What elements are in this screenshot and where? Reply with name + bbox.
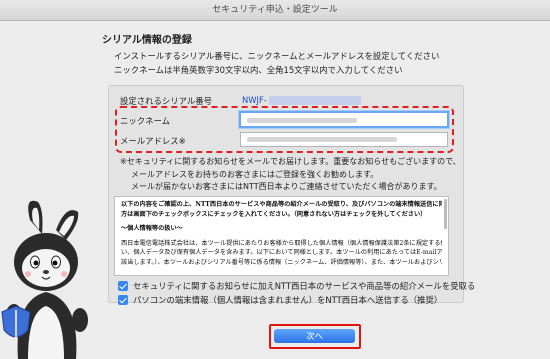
email-field[interactable] <box>240 132 448 147</box>
terms-body: 該当します。）、本ツールおよびシリアル番号等に係る情報（ニックネーム、評価情報等… <box>121 258 442 266</box>
check-row-device[interactable]: パソコンの端末情報（個人情報は含まれません）をNTT西日本へ送信する（推奨） <box>118 294 442 306</box>
check-row-mail[interactable]: セキュリティに関するお知らせに加えNTT西日本のサービスや商品等の紹介メールを受… <box>118 280 475 292</box>
mail-checkbox-label: セキュリティに関するお知らせに加えNTT西日本のサービスや商品等の紹介メールを受… <box>133 281 476 291</box>
serial-value: NWJF- <box>242 95 361 105</box>
rabbit-mascot-illustration <box>1 200 88 359</box>
intro-text: インストールするシリアル番号に、ニックネームとメールアドレスを設定してください … <box>114 49 439 77</box>
window-title: セキュリティ申込・設定ツール <box>0 0 550 21</box>
email-label: メールアドレス※ <box>120 136 186 146</box>
note-line: メールが届かないお客さまにはNTT西日本よりご連絡させていただく場合があります。 <box>131 182 442 191</box>
section-title: シリアル情報の登録 <box>102 35 192 46</box>
next-button[interactable]: 次へ <box>274 329 355 343</box>
notes: ※セキュリティに関するお知らせをメールでお届けします。重要なお知らせもございます… <box>120 156 461 194</box>
terms-box[interactable]: 以下の内容をご確認の上、NTT西日本のサービスや商品等の紹介メールの受取り、及び… <box>114 196 449 276</box>
next-highlight: 次へ <box>269 324 361 349</box>
serial-masked <box>268 96 361 105</box>
terms-lead: 方は画面下のチェックボックスにチェックを入れてください。（同意されない方はチェッ… <box>121 210 427 218</box>
terms-body: 西日本電信電話株式会社は、本ツール提供にあたりお客様から取得した個人情報（個人情… <box>121 239 442 247</box>
nickname-label: ニックネーム <box>120 116 170 126</box>
device-info-checkbox-label: パソコンの端末情報（個人情報は含まれません）をNTT西日本へ送信する（推奨） <box>133 295 443 305</box>
mail-checkbox[interactable] <box>118 281 128 291</box>
terms-body: い、個人データ及び保有個人データを含みます。以下において同様とします。本ツールの… <box>121 249 442 256</box>
nickname-field[interactable] <box>239 111 449 128</box>
note-line: メールアドレスをお持ちのお客さまにはご登録を強くお勧めします。 <box>131 169 379 179</box>
note-line: ※セキュリティに関するお知らせをメールでお届けします。重要なお知らせもございます… <box>120 157 461 166</box>
serial-prefix: NWJF- <box>242 95 267 105</box>
device-info-checkbox[interactable] <box>118 295 128 305</box>
intro-line: ニックネームは半角英数字30文字以内、全角15文字以内で入力してください <box>114 65 403 75</box>
intro-line: インストールするシリアル番号に、ニックネームとメールアドレスを設定してください <box>114 51 440 61</box>
terms-heading: 〜個人情報等の扱い〜 <box>121 225 183 232</box>
terms-lead: 以下の内容をご確認の上、NTT西日本のサービスや商品等の紹介メールの受取り、及び… <box>121 201 442 208</box>
terms-scrollbar[interactable] <box>444 199 447 229</box>
